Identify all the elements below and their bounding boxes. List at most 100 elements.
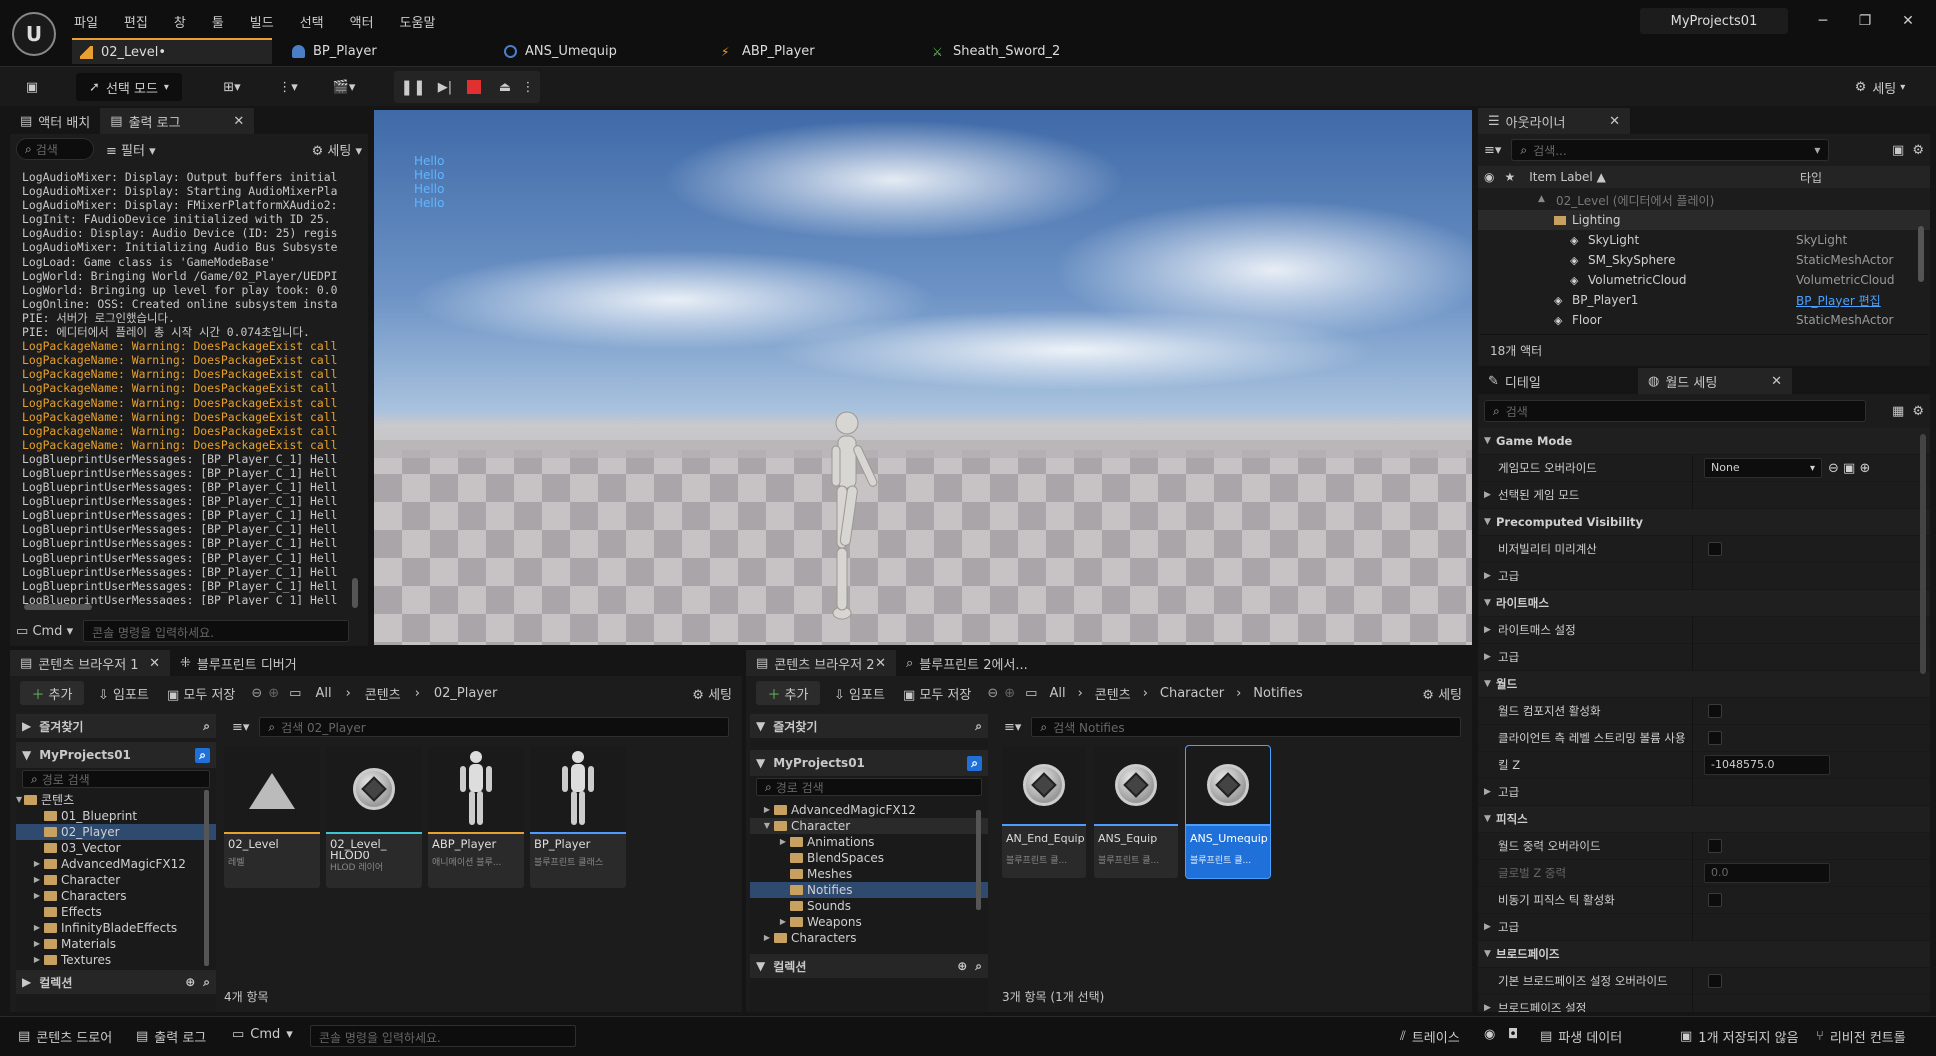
details-scrollbar[interactable] — [1920, 434, 1926, 674]
folder-tree-item[interactable]: 03_Vector — [16, 840, 216, 856]
details-section-header[interactable]: ▼ Game Mode — [1478, 428, 1930, 455]
breadcrumb-character[interactable]: Character — [1160, 686, 1224, 701]
project-header[interactable]: ▼ MyProjects01 ⌕ — [16, 742, 216, 768]
search-icon[interactable]: ⌕ — [203, 719, 210, 734]
details-property-row[interactable]: ▶ 선택된 게임 모드 — [1478, 482, 1930, 509]
import-button[interactable]: ⇩ 임포트 — [834, 684, 885, 703]
outliner-row[interactable]: ◈ SkyLight SkyLight — [1478, 230, 1930, 250]
trace-button[interactable]: ⫽ 트레이스 — [1400, 1027, 1460, 1046]
folder-tree-item[interactable]: Meshes — [750, 866, 988, 882]
menu-window[interactable]: 창 — [174, 12, 186, 31]
add-collection-icon[interactable]: ⊕ — [185, 975, 195, 989]
history-back-icon[interactable]: ⊖ — [251, 686, 262, 701]
output-log-button[interactable]: ▤ 출력 로그 — [136, 1027, 206, 1046]
log-h-scrollbar[interactable] — [24, 604, 92, 610]
maximize-icon[interactable]: ❐ — [1852, 8, 1878, 34]
asset-tile[interactable]: AN_End_Equip 블루프린트 클... — [1002, 746, 1086, 878]
details-section-header[interactable]: ▼ 라이트매스 — [1478, 590, 1930, 617]
path-search-input[interactable]: ⌕ 경로 검색 — [22, 770, 210, 788]
asset-search-input[interactable]: ⌕ 검색 Notifies — [1031, 717, 1462, 737]
eject-icon[interactable]: ⏏ — [490, 73, 520, 101]
console-input[interactable]: 콘솔 명령을 입력하세요. — [310, 1025, 576, 1047]
menu-file[interactable]: 파일 — [74, 12, 98, 31]
add-button[interactable]: ＋ 추가 — [20, 681, 84, 705]
gear-icon[interactable]: ⚙ — [1912, 404, 1924, 419]
property-checkbox[interactable] — [1708, 704, 1722, 718]
frame-skip-icon[interactable]: ▶| — [430, 73, 460, 101]
favorites-header[interactable]: ▶ 즐겨찾기 ⌕ — [16, 714, 216, 738]
folder-tree-item[interactable]: ▶ Weapons — [750, 914, 988, 930]
table-view-icon[interactable]: ▦ — [1892, 404, 1904, 419]
breadcrumb-content[interactable]: 콘텐츠 — [365, 684, 401, 703]
breadcrumb-content[interactable]: 콘텐츠 — [1095, 684, 1131, 703]
search-icon[interactable]: ⌕ — [195, 747, 210, 763]
filter-dropdown[interactable]: ≡ 필터 ▾ — [106, 140, 156, 159]
tab-world-settings[interactable]: ◍ 월드 세팅 ✕ — [1638, 368, 1792, 394]
outliner-row[interactable]: ◈ SM_SkySphere StaticMeshActor — [1478, 250, 1930, 270]
add-button[interactable]: ＋ 추가 — [756, 681, 820, 705]
close-icon[interactable]: ✕ — [1609, 114, 1620, 129]
folder-tree-item[interactable]: ▶ InfinityBladeEffects — [16, 920, 216, 936]
editor-tab-sheath-sword[interactable]: ⚔ Sheath_Sword_2 — [932, 38, 1060, 64]
tab-output-log[interactable]: ▤ 출력 로그 ✕ — [100, 108, 255, 134]
folder-tree-item[interactable]: BlendSpaces — [750, 850, 988, 866]
search-icon[interactable]: ⌕ — [975, 959, 982, 974]
outliner-search-input[interactable]: ⌕ 검색... ▾ — [1511, 139, 1830, 161]
folder-tree-item[interactable]: ▶ Textures — [16, 952, 216, 968]
cmd-dropdown[interactable]: ▭ Cmd ▾ — [232, 1027, 293, 1042]
folder-tree-item[interactable]: 01_Blueprint — [16, 808, 216, 824]
folder-tree-item[interactable]: ▼ 콘텐츠 — [16, 792, 216, 808]
project-header[interactable]: ▼ MyProjects01 ⌕ — [750, 750, 988, 776]
close-icon[interactable]: ✕ — [875, 656, 886, 671]
asset-tile[interactable]: ANS_Umequip 블루프린트 클... — [1185, 745, 1271, 879]
menu-build[interactable]: 빌드 — [250, 12, 274, 31]
asset-tile[interactable]: ANS_Equip 블루프린트 클... — [1094, 746, 1178, 878]
tab-outliner[interactable]: ☰ 아웃라이너 ✕ — [1478, 108, 1630, 134]
collections-header[interactable]: ▶ 컬렉션 ⊕ ⌕ — [16, 970, 216, 994]
property-checkbox[interactable] — [1708, 731, 1722, 745]
property-checkbox[interactable] — [1708, 542, 1722, 556]
game-mode-dropdown[interactable]: None — [1704, 458, 1822, 478]
outliner-row[interactable]: ◈ BP_Player1 BP_Player 편집 — [1478, 290, 1930, 310]
outliner-row[interactable]: ◈ VolumetricCloud VolumetricCloud — [1478, 270, 1930, 290]
import-button[interactable]: ⇩ 임포트 — [98, 684, 149, 703]
cb-settings-button[interactable]: ⚙ 세팅 — [692, 684, 732, 703]
minimize-icon[interactable]: ─ — [1810, 8, 1836, 34]
editor-tab-abp-player[interactable]: ⚡ ABP_Player — [721, 38, 815, 64]
more-options-icon[interactable]: ⋮ — [520, 73, 536, 101]
add-actor-icon[interactable]: ⊞▾ — [212, 73, 252, 101]
details-property-row[interactable]: ▶ 라이트매스 설정 — [1478, 617, 1930, 644]
cmd-dropdown[interactable]: ▭ Cmd ▾ — [16, 624, 73, 639]
folder-tree-item[interactable]: Notifies — [750, 882, 988, 898]
level-viewport[interactable]: Hello Hello Hello Hello — [374, 110, 1472, 645]
select-mode-dropdown[interactable]: ➚ 선택 모드 ▾ — [76, 73, 182, 101]
content-drawer-button[interactable]: ▤ 콘텐츠 드로어 — [18, 1027, 112, 1046]
column-type[interactable]: 타입 — [1800, 169, 1822, 186]
record-icon[interactable]: ◉ — [1484, 1027, 1495, 1042]
asset-search-input[interactable]: ⌕ 검색 02_Player — [259, 717, 730, 737]
tab-blueprint-2[interactable]: ⌕ 블루프린트 2에서... — [896, 650, 1038, 676]
favorites-header[interactable]: ▼ 즐겨찾기 ⌕ — [750, 714, 988, 738]
console-input[interactable]: 콘솔 명령을 입력하세요. — [83, 620, 350, 642]
tree-scrollbar[interactable] — [976, 810, 981, 910]
details-property-row[interactable]: ▶ 고급 — [1478, 644, 1930, 671]
pause-icon[interactable]: ❚❚ — [398, 73, 428, 101]
folder-tree-item[interactable]: ▶ Character — [16, 872, 216, 888]
derived-data-button[interactable]: ▤ 파생 데이터 — [1540, 1027, 1622, 1046]
breadcrumb-all[interactable]: All — [315, 686, 331, 701]
search-icon[interactable]: ⌕ — [975, 719, 982, 734]
tab-content-browser-1[interactable]: ▤ 콘텐츠 브라우저 1 ✕ — [10, 650, 170, 676]
property-input[interactable]: -1048575.0 — [1704, 755, 1830, 775]
details-property-row[interactable]: ▶ 고급 — [1478, 779, 1930, 806]
editor-tab-ans-umequip[interactable]: ANS_Umequip — [504, 38, 617, 64]
tab-content-browser-2[interactable]: ▤ 콘텐츠 브라우저 2 ✕ — [746, 650, 896, 676]
save-all-button[interactable]: ▣ 모두 저장 — [903, 684, 971, 703]
history-forward-icon[interactable]: ⊕ — [268, 686, 279, 701]
column-item-label[interactable]: Item Label ▲ — [1529, 170, 1606, 184]
close-icon[interactable]: ✕ — [1771, 374, 1782, 389]
menu-select[interactable]: 선택 — [300, 12, 324, 31]
cb-settings-button[interactable]: ⚙ 세팅 — [1422, 684, 1462, 703]
cinematics-icon[interactable]: 🎬▾ — [324, 73, 364, 101]
editor-tab-level[interactable]: 02_Level• — [72, 38, 272, 64]
folder-tree-item[interactable]: ▶ AdvancedMagicFX12 — [16, 856, 216, 872]
